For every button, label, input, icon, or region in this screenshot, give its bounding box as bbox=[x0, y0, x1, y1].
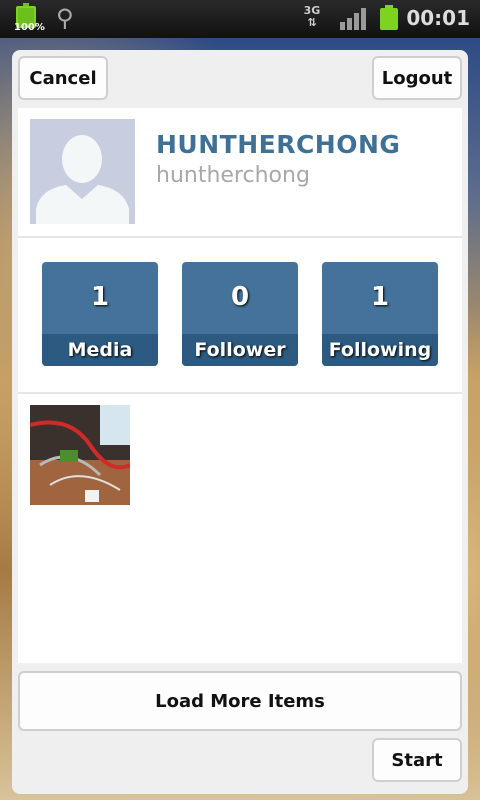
media-photo bbox=[30, 405, 130, 505]
cancel-button[interactable]: Cancel bbox=[18, 56, 108, 100]
following-label: Following bbox=[322, 334, 438, 366]
follower-label: Follower bbox=[182, 334, 298, 366]
avatar[interactable] bbox=[30, 119, 135, 224]
follower-count: 0 bbox=[230, 282, 250, 312]
divider bbox=[18, 392, 462, 394]
battery-percent: 100% bbox=[14, 22, 45, 33]
status-bar: 100% ⚲ 3G ⇅ 00:01 bbox=[0, 0, 480, 38]
profile-dialog: Cancel Logout HUNTHERCHONG huntherchong … bbox=[12, 50, 468, 794]
media-label: Media bbox=[42, 334, 158, 366]
logout-button[interactable]: Logout bbox=[372, 56, 462, 100]
following-count: 1 bbox=[370, 282, 390, 312]
divider bbox=[18, 236, 462, 238]
media-count: 1 bbox=[90, 282, 110, 312]
media-stat-button[interactable]: 1 Media bbox=[42, 262, 158, 366]
default-user-icon bbox=[30, 119, 135, 224]
clock: 00:01 bbox=[406, 6, 470, 30]
profile-display-name: HUNTHERCHONG bbox=[156, 130, 401, 159]
battery-full-icon bbox=[380, 5, 398, 30]
network-3g-icon: 3G ⇅ bbox=[300, 5, 324, 29]
data-arrows-icon: ⇅ bbox=[307, 16, 317, 29]
load-more-button[interactable]: Load More Items bbox=[18, 671, 462, 731]
usb-icon: ⚲ bbox=[56, 4, 74, 32]
follower-stat-button[interactable]: 0 Follower bbox=[182, 262, 298, 366]
profile-panel: HUNTHERCHONG huntherchong 1 Media 0 Foll… bbox=[18, 108, 462, 663]
media-thumbnail[interactable] bbox=[30, 405, 130, 505]
profile-username: huntherchong bbox=[156, 163, 310, 188]
start-button[interactable]: Start bbox=[372, 738, 462, 782]
following-stat-button[interactable]: 1 Following bbox=[322, 262, 438, 366]
signal-icon bbox=[340, 8, 366, 30]
